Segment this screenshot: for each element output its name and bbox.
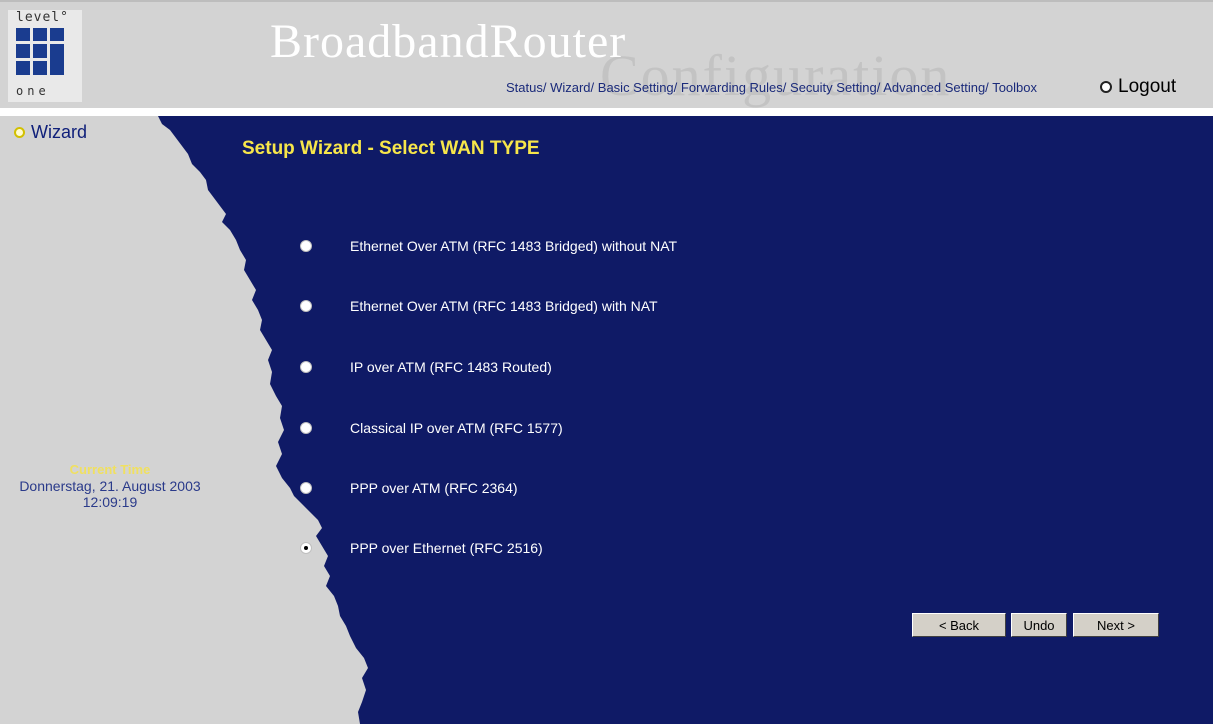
nav-toolbox[interactable]: Toolbox xyxy=(992,80,1037,95)
brand-subtitle: Configuration xyxy=(600,43,952,108)
logout-label: Logout xyxy=(1118,76,1177,97)
logout-ring-icon xyxy=(1100,81,1112,93)
header-divider xyxy=(0,108,1213,116)
nav-security-setting[interactable]: Secuity Setting/ xyxy=(790,80,880,95)
nav-basic-setting[interactable]: Basic Setting/ xyxy=(598,80,678,95)
brand-title: BroadbandRouter xyxy=(270,15,627,68)
option-label: IP over ATM (RFC 1483 Routed) xyxy=(350,359,552,375)
radio-button[interactable] xyxy=(300,240,312,252)
logo-mark-icon xyxy=(16,28,72,84)
nav-status[interactable]: Status/ xyxy=(506,80,546,95)
wan-option-ip-over-atm[interactable]: IP over ATM (RFC 1483 Routed) xyxy=(300,359,552,375)
nav-advanced-setting[interactable]: Advanced Setting/ xyxy=(883,80,989,95)
back-button[interactable]: < Back xyxy=(912,613,1006,637)
logo-bottom-text: one xyxy=(16,84,50,98)
wan-option-eoa-without-nat[interactable]: Ethernet Over ATM (RFC 1483 Bridged) wit… xyxy=(300,238,677,254)
radio-button-selected[interactable] xyxy=(300,542,312,554)
radio-button[interactable] xyxy=(300,422,312,434)
current-time: 12:09:19 xyxy=(82,494,138,510)
undo-button[interactable]: Undo xyxy=(1011,613,1067,637)
option-label: Ethernet Over ATM (RFC 1483 Bridged) wit… xyxy=(350,238,678,254)
wan-option-classical-ip[interactable]: Classical IP over ATM (RFC 1577) xyxy=(300,420,563,436)
option-label: Ethernet Over ATM (RFC 1483 Bridged) wit… xyxy=(350,298,658,314)
wizard-bullet-icon xyxy=(14,127,25,138)
next-button[interactable]: Next > xyxy=(1073,613,1159,637)
sidebar-item-wizard[interactable]: Wizard xyxy=(14,122,87,143)
wan-option-pppoe[interactable]: PPP over Ethernet (RFC 2516) xyxy=(300,540,543,556)
logout-link[interactable]: Logout xyxy=(1100,76,1176,98)
wizard-label: Wizard xyxy=(31,122,88,142)
option-label: Classical IP over ATM (RFC 1577) xyxy=(350,420,563,436)
option-label: PPP over ATM (RFC 2364) xyxy=(350,480,518,496)
current-date: Donnerstag, 21. August 2003 xyxy=(19,478,201,494)
logo-top-text: level° xyxy=(16,10,69,25)
nav-wizard[interactable]: Wizard/ xyxy=(550,80,594,95)
radio-button[interactable] xyxy=(300,482,312,494)
radio-button[interactable] xyxy=(300,361,312,373)
radio-button[interactable] xyxy=(300,300,312,312)
option-label: PPP over Ethernet (RFC 2516) xyxy=(350,540,543,556)
current-time-label: Current Time xyxy=(69,462,151,477)
header-bar: level° one Configuration BroadbandRouter… xyxy=(0,0,1213,108)
current-time-block: Current Time Donnerstag, 21. August 2003… xyxy=(14,462,206,510)
nav-forwarding-rules[interactable]: Forwarding Rules/ xyxy=(681,80,787,95)
page-title: Setup Wizard - Select WAN TYPE xyxy=(242,138,540,159)
wan-option-pppoa[interactable]: PPP over ATM (RFC 2364) xyxy=(300,480,518,496)
top-nav: Status/ Wizard/ Basic Setting/ Forwardin… xyxy=(506,80,1037,95)
wan-option-eoa-with-nat[interactable]: Ethernet Over ATM (RFC 1483 Bridged) wit… xyxy=(300,298,658,314)
levelone-logo: level° one xyxy=(8,10,82,102)
